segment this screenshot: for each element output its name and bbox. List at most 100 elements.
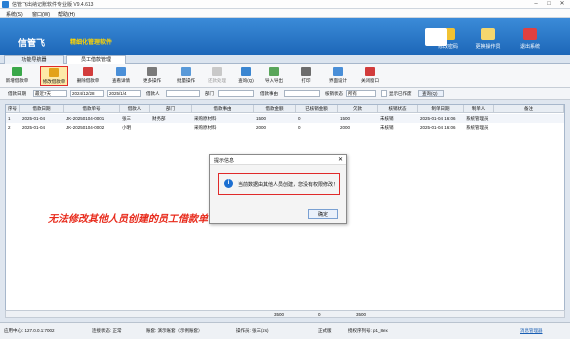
table-row[interactable]: 2 2025-01-04 JK-20250104-0002 小明 采购原材料 2… [6,123,564,132]
cell-creator: 系统管理员 [466,116,489,121]
query-icon [241,67,251,76]
operator-status: 操作员: 张三(zs) [236,328,269,333]
minimize-button[interactable]: – [530,0,542,9]
status-label: 核销状态 [325,91,343,96]
dialog-ok-button[interactable]: 确定 [308,209,338,219]
col-remark[interactable]: 备注 [494,105,564,113]
info-icon: i [224,179,233,188]
delete-icon [83,67,93,76]
total-settled: 0 [318,312,321,317]
switch-operator-button[interactable]: 更换操作员 [470,28,506,50]
account-status: 账套: 演示账套（示例账套） [146,328,203,333]
menu-bar: 系统(S) 窗口(W) 帮助(H) [0,9,570,18]
more-actions-button[interactable]: 更多操作 [138,66,166,86]
more-icon [147,67,157,76]
toolbar: 新增借款单 修改借款单 删除借款单 查看详情 更多操作 批量操作 还款处理 查询… [0,64,570,88]
dialog-close-icon[interactable]: ✕ [338,156,343,163]
tab-employee-loan[interactable]: 员工借款管理 [66,55,126,64]
batch-actions-button[interactable]: 批量操作 [172,66,200,86]
cell-reason: 采购原材料 [194,125,217,130]
annotation-text: 无法修改其他人员创建的员工借款单 [48,214,208,225]
calendar-icon[interactable] [425,28,447,46]
show-voided-label: 显示已作废 [389,91,412,96]
cell-owed: 2000 [340,125,351,130]
connection-status: 连接状态: 正常 [92,328,122,333]
window-title: 信管飞出纳记账软件专业版 V9.4.613 [12,2,94,8]
new-icon [12,67,22,76]
menu-system[interactable]: 系统(S) [6,11,23,18]
cell-person: 张三 [122,116,131,121]
table-row[interactable]: 1 2025-01-04 JK-20250104-0001 张三 财务部 采购原… [6,114,564,123]
exit-button[interactable]: 退出系统 [512,28,548,50]
col-amount[interactable]: 借款金额 [254,105,296,113]
menu-help[interactable]: 帮助(H) [58,11,75,18]
col-creator[interactable]: 制单人 [464,105,494,113]
date-label: 借款日期 [8,91,26,96]
cell-settled: 0 [298,116,301,121]
repay-button[interactable]: 还款处理 [203,66,231,86]
status-select[interactable]: 所有 [346,90,376,97]
dialog-message: 当前数据由其他人员创建，您没有权限修改！ [238,182,339,188]
reason-field[interactable] [284,90,320,97]
col-settled[interactable]: 已核销金额 [296,105,338,113]
col-status[interactable]: 核销状态 [378,105,418,113]
prompt-dialog: 提示信息 ✕ i 当前数据由其他人员创建，您没有权限修改！ 确定 [209,154,347,224]
edition-status: 正式版 [318,328,332,333]
col-person[interactable]: 借款人 [120,105,150,113]
totals-row: 3500 0 3500 [5,310,565,318]
close-icon [365,67,375,76]
total-amount: 3500 [274,312,285,317]
cell-settled: 0 [298,125,301,130]
cell-created: 2025-01-04 16:06 [420,125,456,130]
maximize-button[interactable]: □ [543,0,555,9]
batch-icon [181,67,191,76]
query-button[interactable]: 查询(Q) [232,66,260,86]
edit-loan-button[interactable]: 修改借款单 [40,66,68,86]
status-bar: 应用中心: 127.0.0.1:7002 连接状态: 正常 账套: 演示账套（示… [0,322,570,339]
person-label: 借款人 [146,91,160,96]
app-icon [2,1,9,8]
person-field[interactable] [166,90,200,97]
cell-creator: 系统管理员 [466,125,489,130]
logo-subtitle: 精细化管理软件 [70,40,113,46]
close-window-button[interactable]: 关闭窗口 [356,66,384,86]
cell-date: 2025-01-04 [22,125,46,130]
menu-window[interactable]: 窗口(W) [32,11,50,18]
col-date[interactable]: 借款日期 [20,105,64,113]
col-dept[interactable]: 部门 [150,105,192,113]
license-status: 授权序列号: p1_8ex [348,328,388,333]
message-manager-link[interactable]: 消息管理器 [520,328,543,334]
col-index[interactable]: 序号 [6,105,20,113]
col-owed[interactable]: 欠款 [338,105,378,113]
print-icon [301,67,311,76]
filter-query-button[interactable]: 查询(Q) [418,90,444,97]
dialog-title: 提示信息 [214,158,235,164]
import-export-button[interactable]: 导入导出 [260,66,288,86]
col-reason[interactable]: 借款事由 [192,105,254,113]
dept-field[interactable] [218,90,254,97]
new-loan-button[interactable]: 新增借款单 [3,66,31,86]
filter-bar: 借款日期 最近7天 2024/12/28 2025/1/4 借款人 部门 借款事… [0,88,570,100]
view-detail-button[interactable]: 查看详情 [107,66,135,86]
layout-icon [333,67,343,76]
col-created[interactable]: 制单日期 [418,105,464,113]
col-number[interactable]: 借款单号 [64,105,120,113]
date-to-field[interactable]: 2025/1/4 [107,90,141,97]
tab-navigator[interactable]: 功能导航器 [4,55,64,64]
server-status: 应用中心: 127.0.0.1:7002 [4,328,55,333]
edit-icon [49,68,59,77]
date-range-select[interactable]: 最近7天 [33,90,67,97]
cell-index: 2 [8,125,11,130]
close-button[interactable]: ✕ [556,0,568,9]
layout-design-button[interactable]: 界面设计 [324,66,352,86]
delete-loan-button[interactable]: 删除借款单 [74,66,102,86]
view-icon [116,67,126,76]
repay-icon [212,67,222,76]
cell-date: 2025-01-04 [22,116,46,121]
import-icon [269,67,279,76]
print-button[interactable]: 打印 [292,66,320,86]
cell-amount: 2000 [256,125,267,130]
date-from-field[interactable]: 2024/12/28 [70,90,104,97]
show-voided-checkbox[interactable] [381,90,387,97]
power-icon [523,28,537,40]
